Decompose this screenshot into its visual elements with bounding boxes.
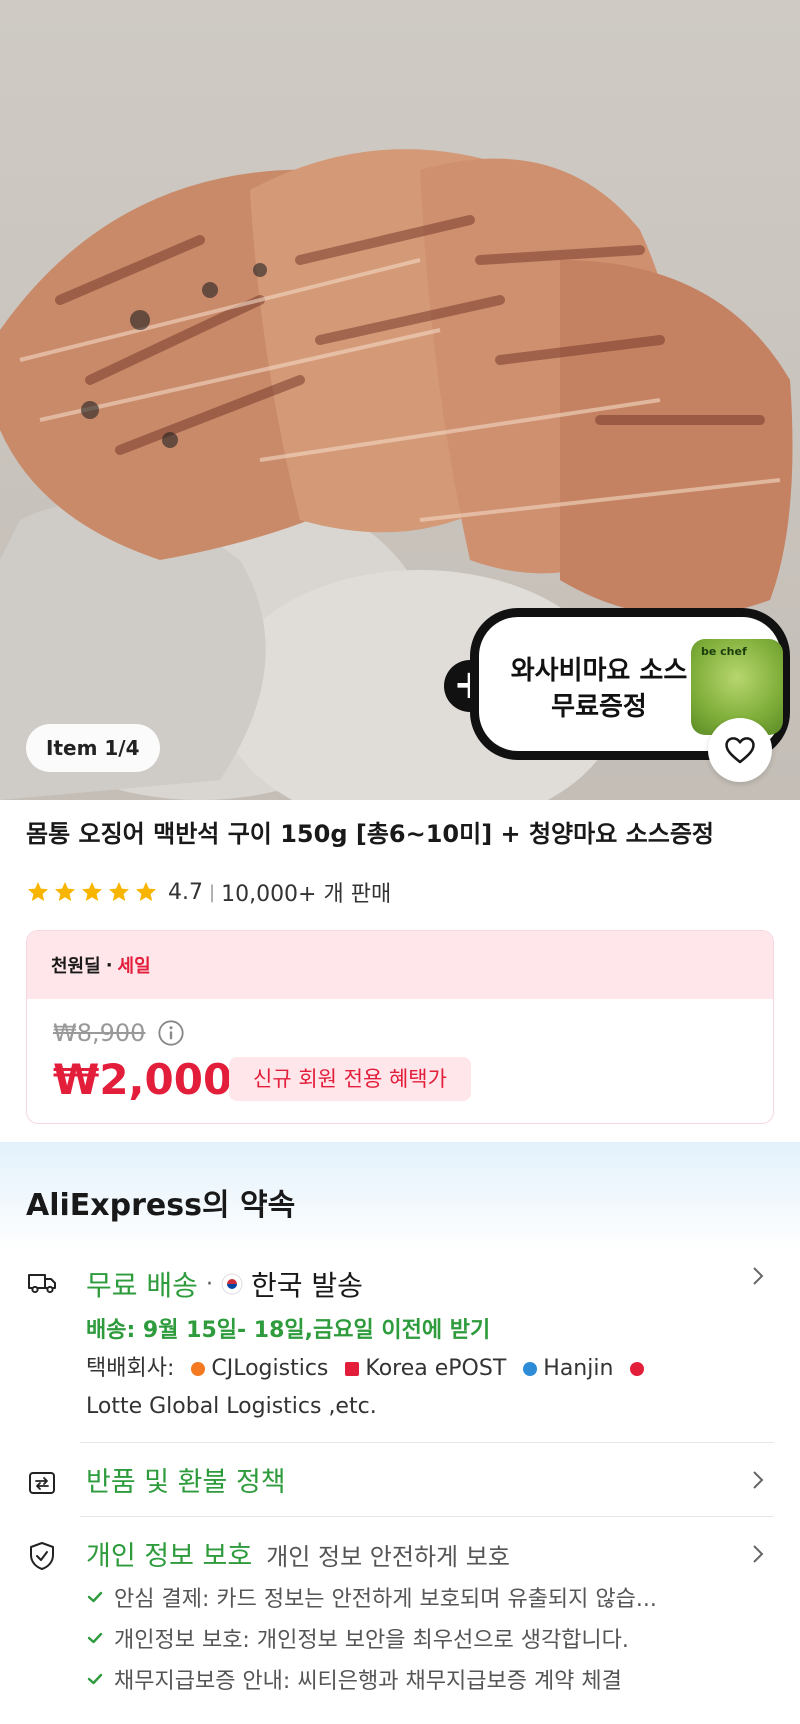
- check-text: 안심 결제: 카드 정보는 안전하게 보호되며 유출되지 않습...: [114, 1586, 657, 1612]
- check-icon: [87, 1591, 103, 1602]
- divider: [80, 1442, 774, 1443]
- free-shipping-label: 무료 배송: [86, 1269, 198, 1302]
- sold-count: 10,000+ 개 판매: [221, 882, 392, 907]
- korea-flag-icon: [221, 1273, 243, 1295]
- sale-price: ₩2,000: [53, 1055, 233, 1104]
- check-text: 채무지급보증 안내: 씨티은행과 채무지급보증 계약 체결: [114, 1668, 622, 1694]
- sale-label: 세일: [117, 956, 151, 977]
- shipping-dot: ·: [205, 1271, 213, 1297]
- promo-line-1: 와사비마요 소스: [510, 656, 688, 686]
- list-item: 안심 결제: 카드 정보는 안전하게 보호되며 유출되지 않습...: [86, 1576, 766, 1617]
- cj-logo-icon: [191, 1362, 206, 1376]
- divider: [80, 1516, 774, 1517]
- delivery-estimate: 배송: 9월 15일- 18일,금요일 이전에 받기: [86, 1318, 491, 1343]
- info-icon[interactable]: [157, 1019, 185, 1047]
- deal-dot: ·: [105, 954, 113, 976]
- check-icon: [87, 1673, 103, 1684]
- lotte-logo-icon: [630, 1362, 645, 1376]
- star-icon: [136, 882, 156, 901]
- product-title: 몸통 오징어 맥반석 구이 150g [총6~10미] + 청양마요 소스증정: [26, 820, 714, 848]
- product-image-gallery[interactable]: + 와사비마요 소스 무료증정 be chef Item 1/4: [0, 0, 800, 800]
- deal-header: 천원딜 · 세일: [27, 931, 773, 999]
- rating-value: 4.7: [168, 879, 203, 905]
- courier-epost: Korea ePOST: [365, 1356, 507, 1381]
- hanjin-logo-icon: [523, 1362, 538, 1376]
- promo-line-2: 무료증정: [551, 692, 647, 722]
- courier-list: 택배회사: CJLogistics Korea ePOST Hanjin Lot…: [86, 1350, 746, 1426]
- new-member-badge: 신규 회원 전용 혜택가: [229, 1057, 471, 1101]
- star-icon: [109, 882, 129, 901]
- check-text: 개인정보 보호: 개인정보 보안을 최우선으로 생각합니다.: [114, 1627, 629, 1653]
- privacy-sub: 개인 정보 안전하게 보호: [266, 1543, 510, 1571]
- chevron-right-icon[interactable]: [750, 1468, 766, 1492]
- favorite-button[interactable]: [708, 718, 772, 782]
- heart-outline-icon: [725, 737, 755, 764]
- chevron-right-icon[interactable]: [750, 1542, 766, 1566]
- list-item: 개인정보 보호: 개인정보 보안을 최우선으로 생각합니다.: [86, 1617, 766, 1658]
- privacy-check-list: 안심 결제: 카드 정보는 안전하게 보호되며 유출되지 않습... 개인정보 …: [86, 1576, 766, 1699]
- deal-box: 천원딜 · 세일 ₩8,900 ₩2,000 신규 회원 전용 혜택가: [26, 930, 774, 1124]
- return-policy-link[interactable]: 반품 및 환불 정책: [86, 1460, 286, 1499]
- shield-check-icon: [30, 1542, 54, 1570]
- promo-text: 와사비마요 소스 무료증정: [499, 653, 699, 725]
- chevron-right-icon[interactable]: [750, 1264, 766, 1288]
- star-icon: [55, 882, 75, 901]
- list-item: 채무지급보증 안내: 씨티은행과 채무지급보증 계약 체결: [86, 1658, 766, 1699]
- sauce-brand: be chef: [701, 645, 747, 658]
- rating-row[interactable]: 4.7 | 10,000+ 개 판매: [26, 876, 391, 908]
- courier-hanjin: Hanjin: [543, 1356, 614, 1381]
- shipping-row[interactable]: 무료 배송 · 한국 발송: [86, 1264, 363, 1304]
- promise-title: AliExpress의 약속: [26, 1188, 296, 1223]
- star-icon: [82, 882, 102, 901]
- rating-separator: |: [209, 881, 216, 903]
- star-icon: [28, 882, 48, 901]
- ship-origin: 한국 발송: [250, 1269, 363, 1302]
- courier-prefix: 택배회사:: [86, 1356, 175, 1381]
- privacy-label: 개인 정보 보호: [86, 1541, 253, 1572]
- courier-lotte: Lotte Global Logistics ,etc.: [86, 1394, 377, 1419]
- return-box-icon: [29, 1472, 55, 1494]
- deal-label: 천원딜: [51, 956, 101, 977]
- star-rating: [26, 880, 158, 904]
- epost-logo-icon: [345, 1362, 360, 1376]
- courier-cj: CJLogistics: [211, 1356, 329, 1381]
- image-pager: Item 1/4: [26, 724, 160, 772]
- privacy-row[interactable]: 개인 정보 보호 개인 정보 안전하게 보호: [86, 1534, 510, 1573]
- original-price: ₩8,900: [53, 1019, 146, 1047]
- truck-icon: [28, 1274, 56, 1294]
- check-icon: [87, 1632, 103, 1643]
